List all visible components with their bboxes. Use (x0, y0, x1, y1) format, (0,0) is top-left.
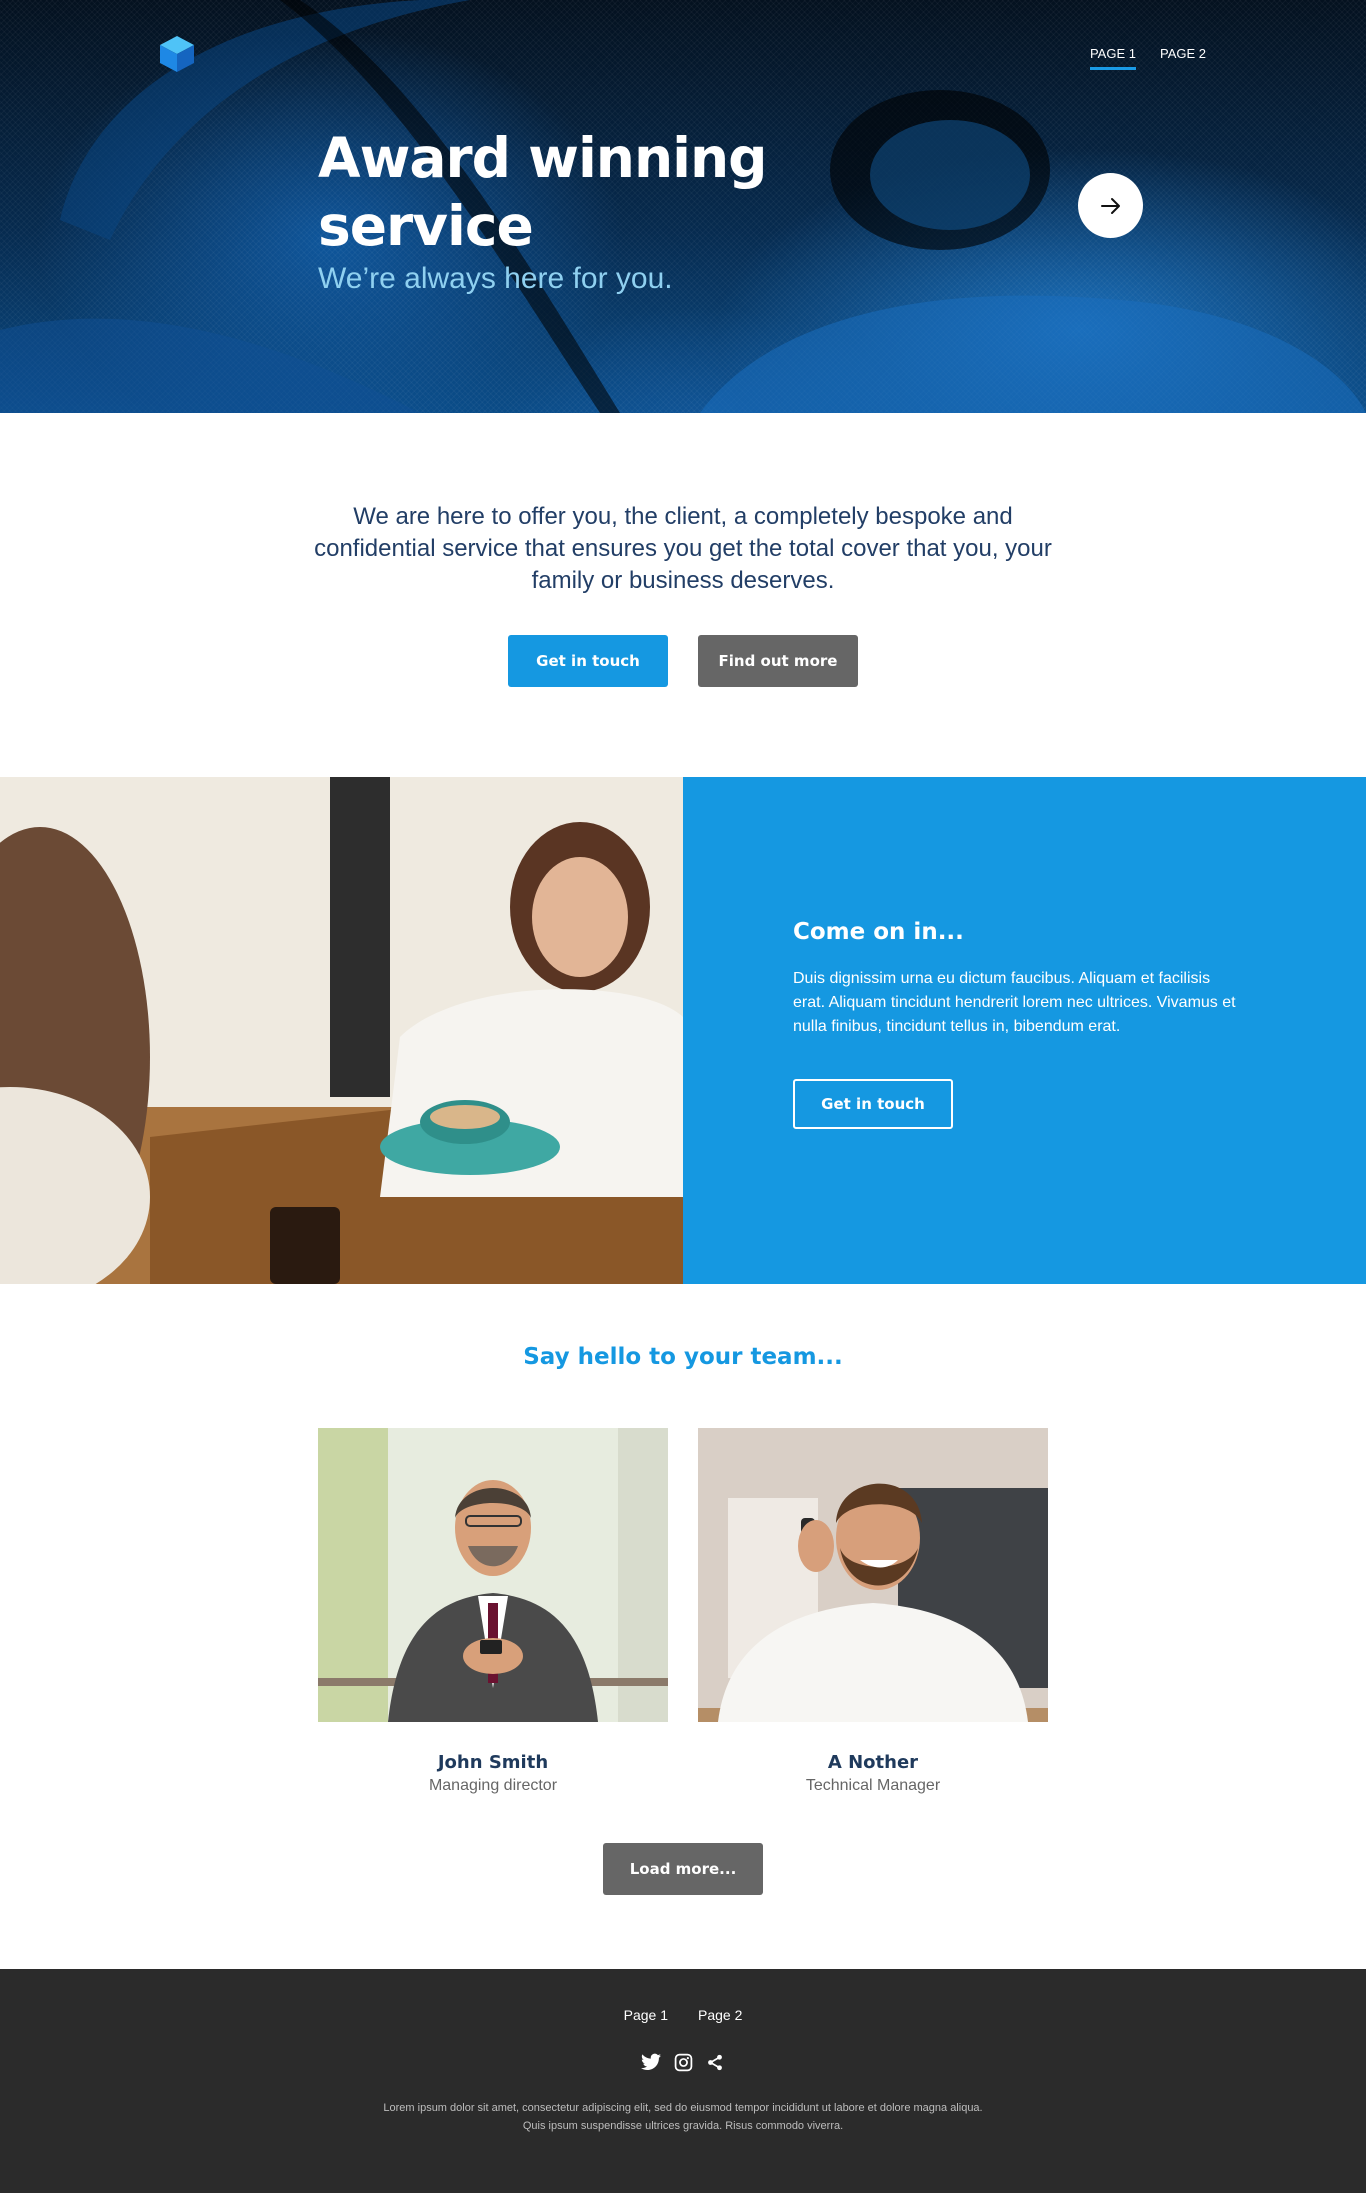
share-icon[interactable] (704, 2051, 726, 2073)
member-photo (698, 1428, 1048, 1722)
instagram-icon[interactable] (672, 2051, 694, 2073)
cafe-photo (0, 777, 683, 1284)
intro-text: We are here to offer you, the client, a … (314, 503, 1052, 594)
twitter-icon[interactable] (640, 2051, 662, 2073)
footer: Page 1 Page 2 Lorem ipsum dolor sit amet… (0, 1969, 1366, 2193)
feature-get-in-touch-button[interactable]: Get in touch (793, 1079, 953, 1129)
arrow-right-icon (1100, 197, 1120, 214)
footer-link-page-1[interactable]: Page 1 (624, 2007, 668, 2023)
intro-section: We are here to offer you, the client, a … (0, 413, 1366, 777)
member-photo (318, 1428, 668, 1722)
cafe-photo-illustration (0, 777, 683, 1284)
hero-subtitle: We’re always here for you. (318, 262, 673, 295)
team-member-card: A Nother Technical Manager (698, 1428, 1048, 1795)
get-in-touch-button[interactable]: Get in touch (508, 635, 668, 687)
feature-section: Come on in... Duis dignissim urna eu dic… (0, 777, 1366, 1284)
member-name: John Smith (437, 1752, 549, 1773)
find-out-more-button[interactable]: Find out more (698, 635, 858, 687)
member-photo-illustration (318, 1428, 668, 1722)
member-name: A Nother (827, 1752, 919, 1773)
intro-buttons: Get in touch Find out more (0, 635, 1366, 687)
feature-title: Come on in... (793, 919, 964, 945)
member-role: Managing director (428, 1777, 558, 1794)
team-section: Say hello to your team... John Smith Man… (0, 1284, 1366, 1969)
nav-item-page-1[interactable]: PAGE 1 (1089, 46, 1136, 70)
footer-nav: Page 1 Page 2 (0, 2007, 1366, 2023)
member-photo-illustration (698, 1428, 1048, 1722)
social-links (0, 2051, 1366, 2073)
team-heading: Say hello to your team... (523, 1344, 843, 1370)
top-nav: PAGE 1 PAGE 2 (1089, 46, 1206, 70)
load-more-button[interactable]: Load more... (603, 1843, 763, 1895)
nav-item-page-2[interactable]: PAGE 2 (1160, 46, 1206, 70)
footer-text: Lorem ipsum dolor sit amet, consectetur … (383, 2102, 983, 2132)
feature-panel: Come on in... Duis dignissim urna eu dic… (683, 777, 1366, 1284)
team-grid: John Smith Managing director A Nother Te… (0, 1428, 1366, 1795)
hero-banner: PAGE 1 PAGE 2 Award winning service We’r… (0, 0, 1366, 413)
feature-text: Duis dignissim urna eu dictum faucibus. … (793, 970, 1236, 1035)
member-role: Technical Manager (805, 1777, 941, 1794)
logo-cube-icon[interactable] (160, 36, 194, 72)
team-member-card: John Smith Managing director (318, 1428, 668, 1795)
hero-next-button[interactable] (1078, 173, 1143, 238)
footer-link-page-2[interactable]: Page 2 (698, 2007, 742, 2023)
hero-title: Award winning service (318, 126, 767, 258)
